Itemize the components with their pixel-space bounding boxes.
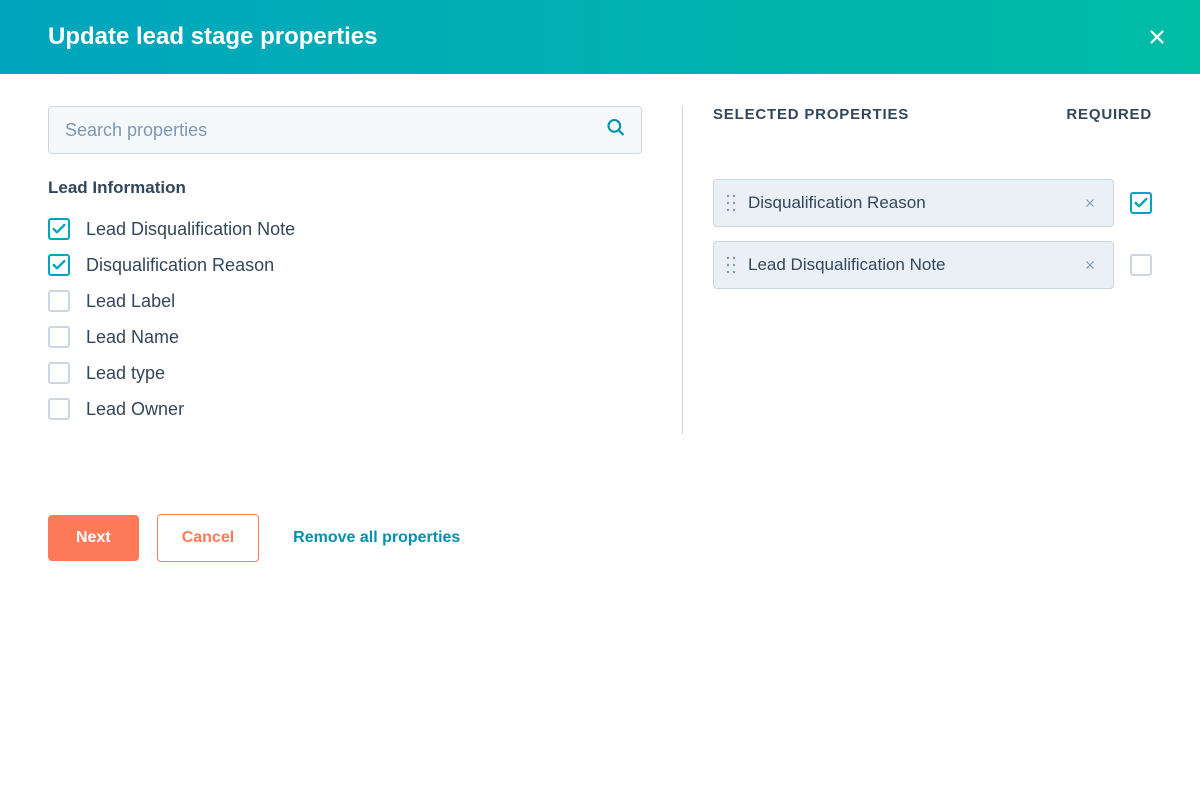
next-button[interactable]: Next <box>48 515 139 561</box>
remove-property-button[interactable] <box>1079 254 1101 276</box>
search-container <box>48 106 642 154</box>
drag-handle-icon[interactable] <box>726 255 736 275</box>
property-item[interactable]: Disqualification Reason <box>48 254 642 276</box>
selected-heading: SELECTED PROPERTIES <box>713 106 909 123</box>
property-group-heading: Lead Information <box>48 178 642 198</box>
selected-property-item[interactable]: Disqualification Reason <box>713 179 1114 227</box>
property-item[interactable]: Lead type <box>48 362 642 384</box>
property-checkbox[interactable] <box>48 362 70 384</box>
property-checkbox[interactable] <box>48 290 70 312</box>
property-checkbox[interactable] <box>48 218 70 240</box>
property-checkbox[interactable] <box>48 398 70 420</box>
property-item[interactable]: Lead Label <box>48 290 642 312</box>
dialog-title: Update lead stage properties <box>48 23 377 51</box>
property-label: Lead Owner <box>86 399 184 420</box>
search-input[interactable] <box>48 106 642 154</box>
dialog-header: Update lead stage properties <box>0 0 1200 74</box>
available-properties-panel: Lead Information Lead Disqualification N… <box>48 106 682 434</box>
search-icon <box>606 118 626 143</box>
property-list: Lead Disqualification Note Disqualificat… <box>48 218 642 420</box>
close-button[interactable] <box>1138 18 1176 56</box>
property-item[interactable]: Lead Disqualification Note <box>48 218 642 240</box>
close-icon <box>1083 258 1097 272</box>
cancel-button[interactable]: Cancel <box>157 514 259 562</box>
property-item[interactable]: Lead Owner <box>48 398 642 420</box>
selected-property-label: Disqualification Reason <box>748 193 1079 213</box>
property-label: Lead Label <box>86 291 175 312</box>
selected-property-label: Lead Disqualification Note <box>748 255 1079 275</box>
remove-all-link[interactable]: Remove all properties <box>293 529 460 547</box>
selected-property-item[interactable]: Lead Disqualification Note <box>713 241 1114 289</box>
property-checkbox[interactable] <box>48 326 70 348</box>
selected-property-row: Disqualification Reason <box>713 179 1152 227</box>
property-label: Lead type <box>86 363 165 384</box>
remove-property-button[interactable] <box>1079 192 1101 214</box>
property-label: Disqualification Reason <box>86 255 274 276</box>
close-icon <box>1083 196 1097 210</box>
property-label: Lead Name <box>86 327 179 348</box>
selected-panel-header: SELECTED PROPERTIES REQUIRED <box>713 106 1152 123</box>
property-checkbox[interactable] <box>48 254 70 276</box>
required-checkbox[interactable] <box>1130 254 1152 276</box>
dialog-content: Lead Information Lead Disqualification N… <box>0 74 1200 454</box>
property-label: Lead Disqualification Note <box>86 219 295 240</box>
drag-handle-icon[interactable] <box>726 193 736 213</box>
close-icon <box>1146 26 1168 48</box>
required-heading: REQUIRED <box>1066 106 1152 123</box>
property-item[interactable]: Lead Name <box>48 326 642 348</box>
required-checkbox[interactable] <box>1130 192 1152 214</box>
dialog-footer: Next Cancel Remove all properties <box>0 514 1200 562</box>
selected-property-row: Lead Disqualification Note <box>713 241 1152 289</box>
selected-properties-panel: SELECTED PROPERTIES REQUIRED Disqualific… <box>682 106 1152 434</box>
